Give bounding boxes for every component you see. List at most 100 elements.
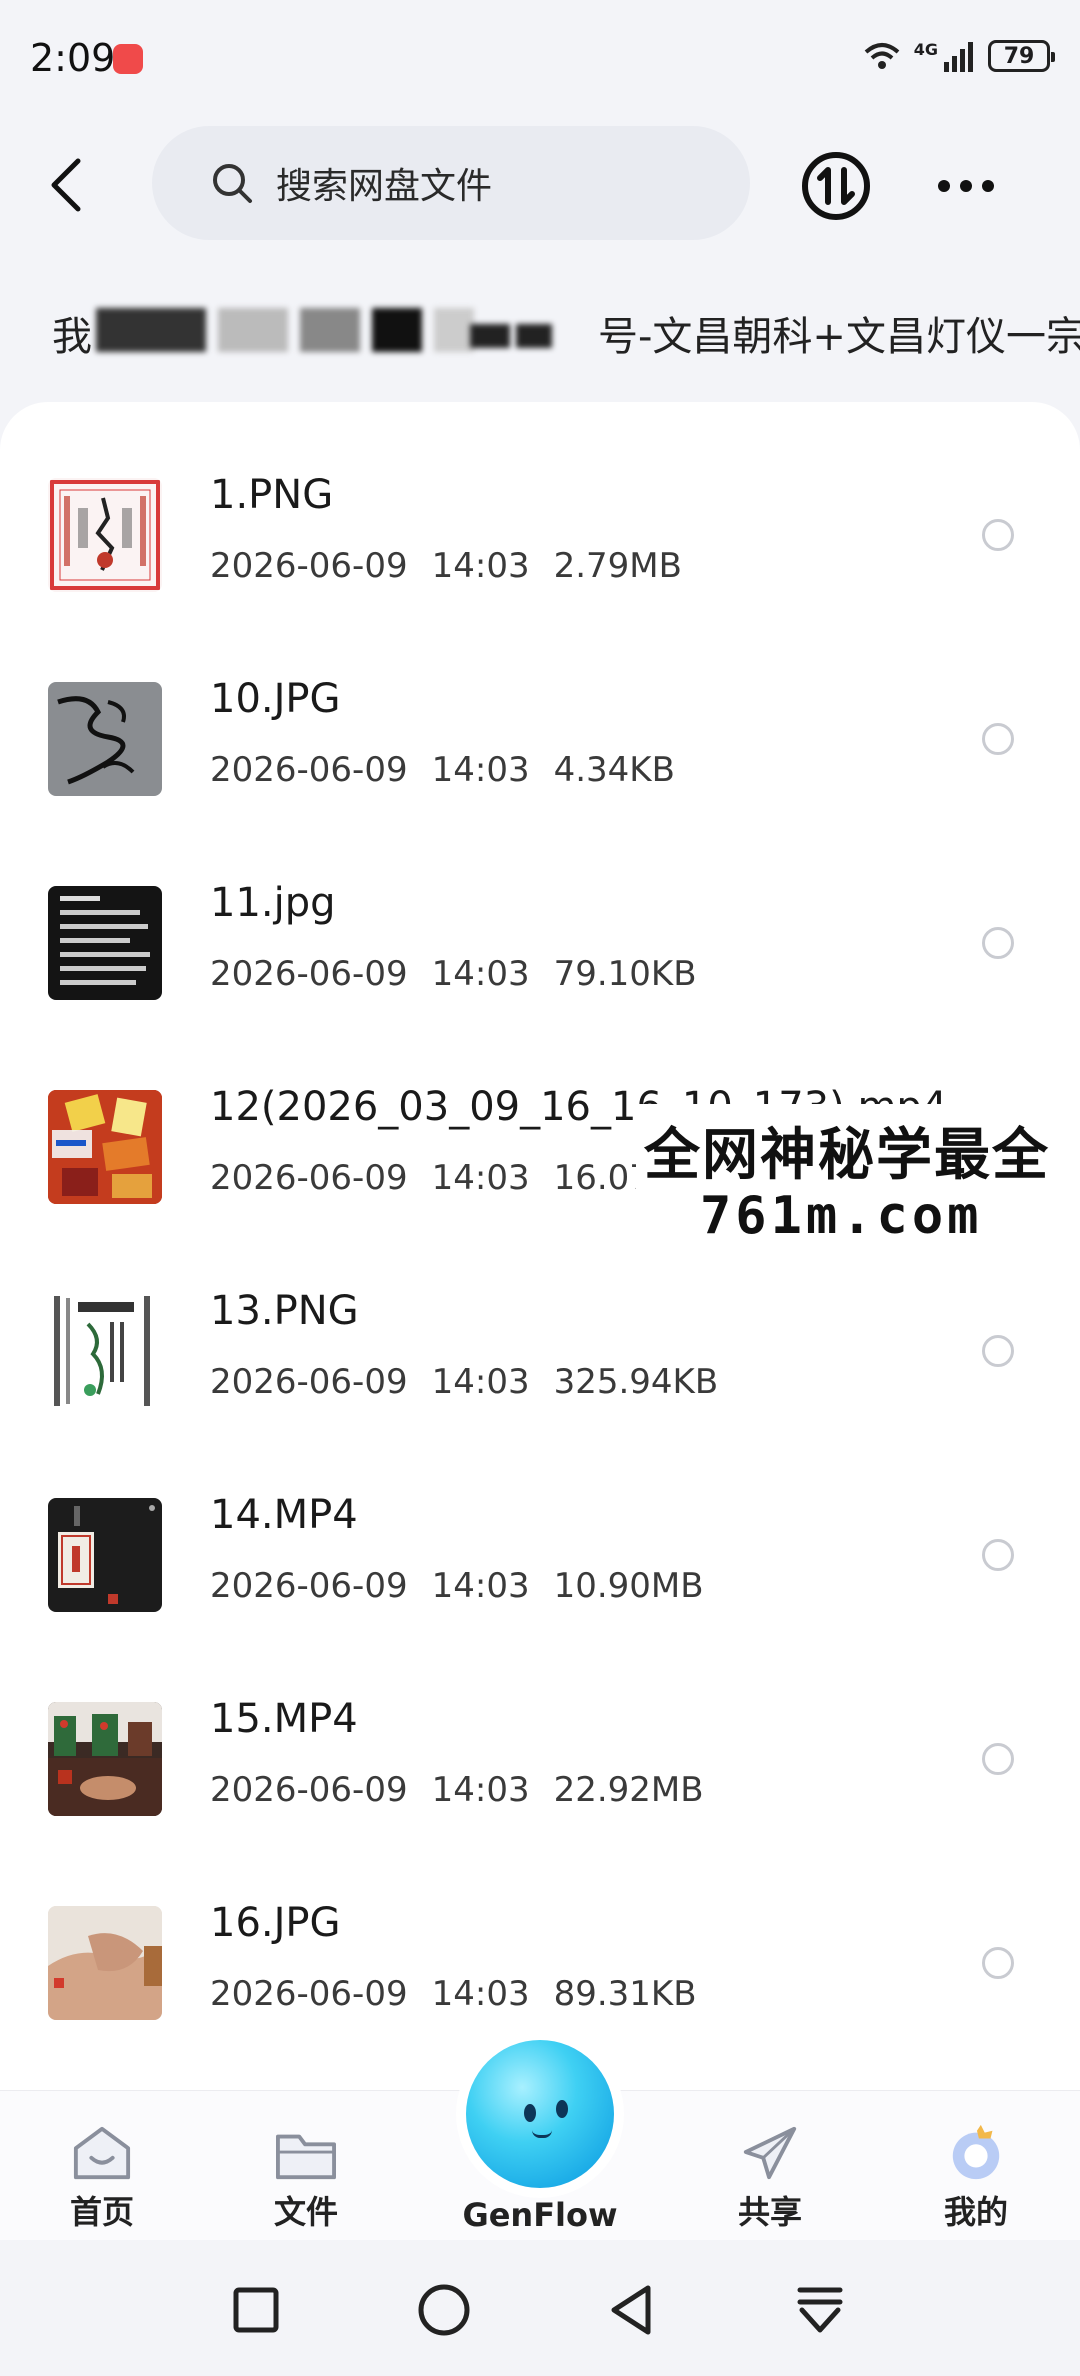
file-thumbnail — [48, 1090, 162, 1204]
search-bar[interactable]: 搜索网盘文件 — [152, 126, 750, 240]
file-row[interactable]: 16.JPG 2026-06-09 14:03 89.31KB — [0, 1846, 1080, 2050]
tab-me-label: 我的 — [943, 2193, 1008, 2231]
status-bar: 2:09 4G 79 — [0, 0, 1080, 118]
tab-share-label: 共享 — [737, 2193, 802, 2231]
file-date: 2026-06-09 — [210, 1566, 408, 1606]
file-time: 14:03 — [431, 1566, 530, 1606]
tab-genflow-label: GenFlow — [462, 2196, 618, 2234]
file-thumbnail — [48, 886, 162, 1000]
file-thumbnail — [48, 1294, 162, 1408]
file-size: 2.79MB — [553, 546, 682, 586]
file-name: 14.MP4 — [210, 1492, 358, 1538]
notification-pulldown-icon[interactable] — [790, 2280, 850, 2340]
select-radio[interactable] — [982, 1335, 1014, 1367]
file-meta: 2026-06-09 14:03 4.34KB — [210, 750, 699, 790]
back-triangle-icon[interactable] — [602, 2280, 662, 2340]
system-icons: 4G 79 — [862, 36, 1055, 76]
file-row[interactable]: 14.MP4 2026-06-09 14:03 10.90MB — [0, 1438, 1080, 1642]
select-radio[interactable] — [982, 1743, 1014, 1775]
hands-photo-thumbnail-icon — [48, 1906, 162, 2020]
file-time: 14:03 — [431, 546, 530, 586]
file-size: 22.92MB — [553, 1770, 704, 1810]
file-row[interactable]: 13.PNG 2026-06-09 14:03 325.94KB — [0, 1234, 1080, 1438]
redacted-block — [516, 324, 552, 348]
brush-stroke-thumbnail-icon — [57, 696, 135, 785]
file-row[interactable]: 10.JPG 2026-06-09 14:03 4.34KB — [0, 622, 1080, 826]
file-row[interactable]: 11.jpg 2026-06-09 14:03 79.10KB — [0, 826, 1080, 1030]
redacted-block — [470, 324, 510, 348]
file-row[interactable]: 15.MP4 2026-06-09 14:03 22.92MB — [0, 1642, 1080, 1846]
select-radio[interactable] — [982, 519, 1014, 551]
file-name: 15.MP4 — [210, 1696, 358, 1742]
file-date: 2026-06-09 — [210, 954, 408, 994]
transfer-sort-button[interactable] — [800, 150, 872, 222]
dark-video-thumbnail-icon — [58, 1505, 155, 1604]
redacted-block — [372, 308, 422, 352]
file-time: 14:03 — [431, 1158, 530, 1198]
network-label: 4G — [913, 39, 938, 59]
watermark-line-2: 761m.com — [700, 1186, 983, 1246]
file-date: 2026-06-09 — [210, 750, 408, 790]
file-meta: 2026-06-09 14:03 22.92MB — [210, 1770, 728, 1810]
redacted-block — [218, 308, 288, 352]
file-meta: 2026-06-09 14:03 325.94KB — [210, 1362, 742, 1402]
file-time: 14:03 — [431, 954, 530, 994]
search-icon — [213, 164, 252, 203]
file-time: 14:03 — [431, 750, 530, 790]
more-dot-icon — [982, 180, 994, 192]
tab-files[interactable]: 文件 — [236, 2123, 376, 2233]
file-meta: 2026-06-09 14:03 79.10KB — [210, 954, 721, 994]
file-size: 89.31KB — [553, 1974, 697, 2014]
profile-avatar-icon — [952, 2124, 1000, 2180]
file-thumbnail — [48, 478, 162, 592]
watermark-line-1: 全网神秘学最全 — [644, 1123, 1050, 1188]
file-name: 13.PNG — [210, 1288, 359, 1334]
select-radio[interactable] — [982, 1539, 1014, 1571]
back-button[interactable] — [36, 150, 96, 220]
breadcrumb-root: 我 — [52, 314, 92, 360]
recent-apps-icon[interactable] — [226, 2280, 286, 2340]
more-dot-icon — [960, 180, 972, 192]
signal-icon — [944, 42, 973, 72]
genflow-smile-icon — [532, 2130, 552, 2138]
file-thumbnail — [48, 1498, 162, 1612]
file-name: 11.jpg — [210, 880, 336, 926]
file-thumbnail — [48, 682, 162, 796]
tab-me[interactable]: 我的 — [906, 2123, 1046, 2233]
file-meta: 2026-06-09 14:03 2.79MB — [210, 546, 706, 586]
battery-indicator: 79 — [988, 40, 1055, 72]
tab-share[interactable]: 共享 — [700, 2123, 840, 2233]
home-icon — [73, 2126, 131, 2180]
wifi-icon — [864, 43, 900, 69]
select-radio[interactable] — [982, 927, 1014, 959]
status-time: 2:09 — [30, 36, 116, 80]
genflow-eye-icon — [524, 2104, 536, 2122]
select-radio[interactable] — [982, 1947, 1014, 1979]
file-row[interactable]: 1.PNG 2026-06-09 14:03 2.79MB — [0, 418, 1080, 622]
redacted-block — [434, 308, 474, 352]
genflow-assistant-button[interactable] — [466, 2040, 614, 2188]
file-meta: 2026-06-09 14:03 10.90MB — [210, 1566, 728, 1606]
top-bar: 搜索网盘文件 — [0, 118, 1080, 248]
genflow-eye-icon — [556, 2100, 568, 2118]
tab-files-label: 文件 — [273, 2193, 338, 2231]
home-circle-icon[interactable] — [414, 2280, 474, 2340]
breadcrumb[interactable]: 我 号-文昌朝科+文昌灯仪一宗 — [0, 290, 1080, 382]
file-name: 1.PNG — [210, 472, 334, 518]
file-thumbnail — [48, 1702, 162, 1816]
file-date: 2026-06-09 — [210, 1362, 408, 1402]
file-date: 2026-06-09 — [210, 1158, 408, 1198]
file-time: 14:03 — [431, 1770, 530, 1810]
select-radio[interactable] — [982, 723, 1014, 755]
file-date: 2026-06-09 — [210, 546, 408, 586]
file-name: 10.JPG — [210, 676, 341, 722]
paper-plane-icon — [743, 2126, 797, 2180]
tab-home[interactable]: 首页 — [32, 2123, 172, 2233]
scroll-document-thumbnail-icon — [54, 1296, 150, 1406]
file-time: 14:03 — [431, 1362, 530, 1402]
more-options-button[interactable] — [930, 154, 1002, 218]
folder-icon — [276, 2134, 336, 2180]
more-dot-icon — [938, 180, 950, 192]
search-placeholder: 搜索网盘文件 — [276, 166, 493, 207]
breadcrumb-current-folder: 号-文昌朝科+文昌灯仪一宗 — [598, 314, 1080, 360]
